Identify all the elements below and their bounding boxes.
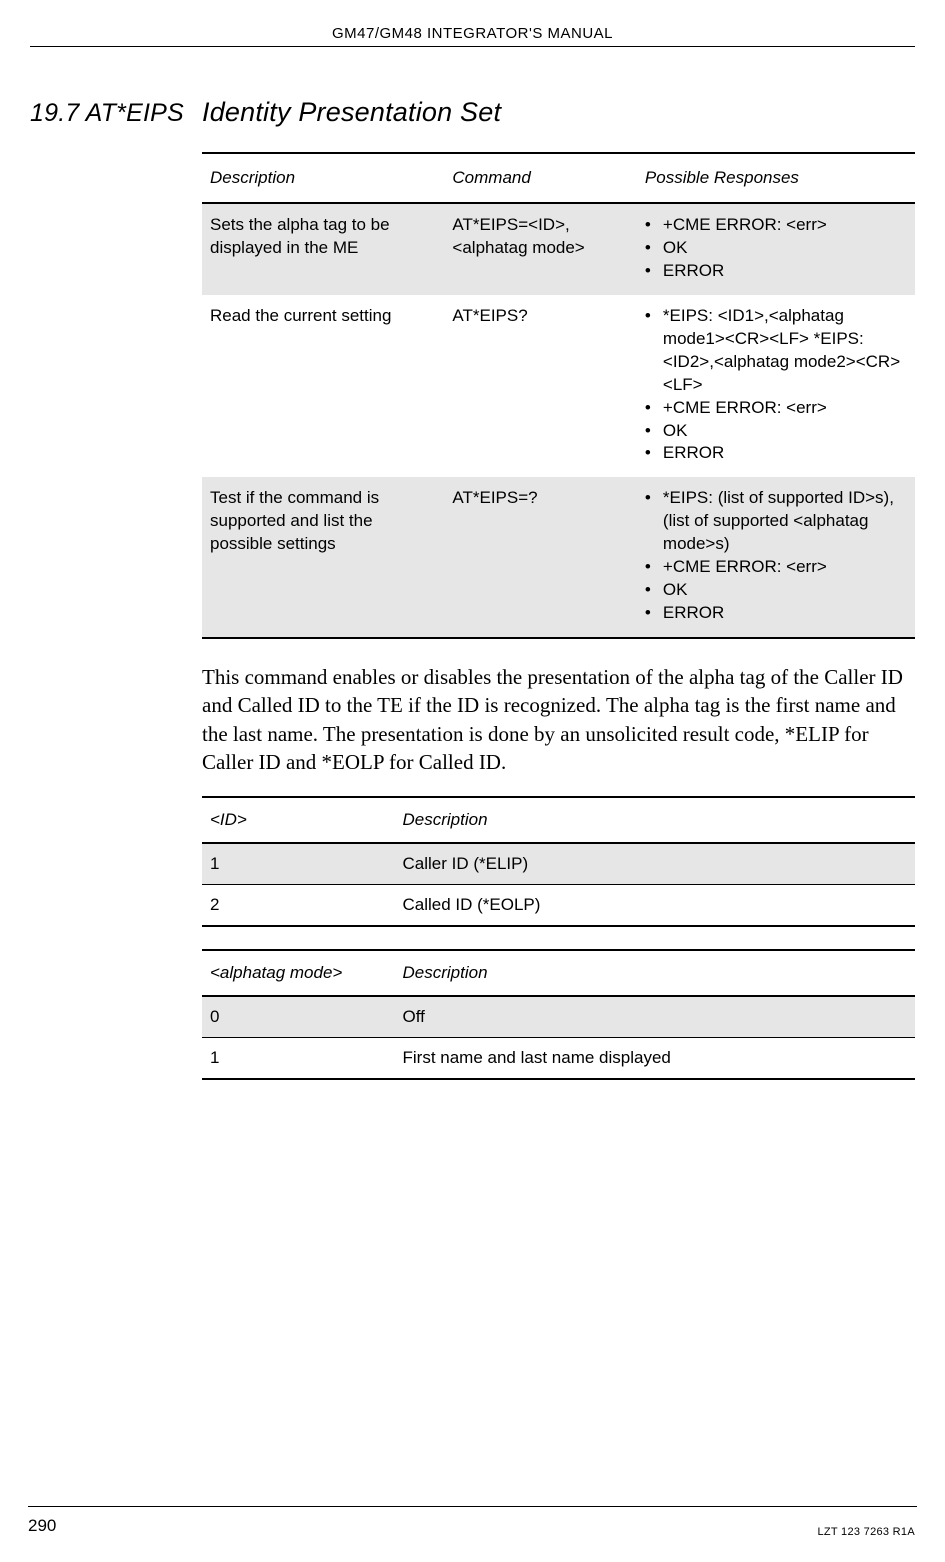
section-heading: 19.7 AT*EIPS Identity Presentation Set [30,97,915,128]
cell-desc: Called ID (*EOLP) [395,885,916,927]
document-id: LZT 123 7263 R1A [817,1526,915,1538]
table-header-row: Description Command Possible Responses [202,153,915,203]
mode-table: <alphatag mode> Description 0 Off 1 Firs… [202,949,915,1080]
list-item: +CME ERROR: <err> [645,214,907,237]
list-item: *EIPS: <ID1>,<alphatag mode1><CR><LF> *E… [645,305,907,397]
th-mode: <alphatag mode> [202,950,395,996]
th-responses: Possible Responses [637,153,915,203]
cell-responses: *EIPS: (list of supported ID>s),(list of… [637,477,915,638]
list-item: OK [645,237,907,260]
th-description: Description [202,153,444,203]
header-title: GM47/GM48 INTEGRATOR'S MANUAL [0,0,945,46]
table-row: Sets the alpha tag to be displayed in th… [202,203,915,295]
command-table: Description Command Possible Responses S… [202,152,915,639]
table-header-row: <alphatag mode> Description [202,950,915,996]
cell-mode: 0 [202,996,395,1038]
page-number: 290 [28,1516,56,1536]
cell-command: AT*EIPS? [444,295,637,478]
content: 19.7 AT*EIPS Identity Presentation Set D… [0,97,945,1080]
footer-rule [28,1506,917,1507]
response-list: *EIPS: (list of supported ID>s),(list of… [645,487,907,625]
list-item: OK [645,420,907,443]
cell-command: AT*EIPS=<ID>, <alphatag mode> [444,203,637,295]
cell-description: Sets the alpha tag to be displayed in th… [202,203,444,295]
table-row: 1 Caller ID (*ELIP) [202,843,915,885]
header-rule [30,46,915,47]
response-list: +CME ERROR: <err> OK ERROR [645,214,907,283]
id-table: <ID> Description 1 Caller ID (*ELIP) 2 C… [202,796,915,927]
cell-desc: Off [395,996,916,1038]
th-desc: Description [395,950,916,996]
list-item: OK [645,579,907,602]
section-title: Identity Presentation Set [202,97,501,128]
cell-desc: Caller ID (*ELIP) [395,843,916,885]
th-id: <ID> [202,797,395,843]
cell-id: 2 [202,885,395,927]
table-row: Read the current setting AT*EIPS? *EIPS:… [202,295,915,478]
table-row: 0 Off [202,996,915,1038]
list-item: ERROR [645,260,907,283]
cell-command: AT*EIPS=? [444,477,637,638]
cell-description: Test if the command is supported and lis… [202,477,444,638]
cell-responses: +CME ERROR: <err> OK ERROR [637,203,915,295]
list-item: *EIPS: (list of supported ID>s),(list of… [645,487,907,556]
section-number: 19.7 AT*EIPS [30,99,202,128]
list-item: +CME ERROR: <err> [645,556,907,579]
cell-mode: 1 [202,1038,395,1080]
th-desc: Description [395,797,916,843]
table-row: Test if the command is supported and lis… [202,477,915,638]
table-row: 1 First name and last name displayed [202,1038,915,1080]
main-column: Description Command Possible Responses S… [202,152,915,1080]
list-item: ERROR [645,442,907,465]
body-paragraph: This command enables or disables the pre… [202,663,915,776]
cell-responses: *EIPS: <ID1>,<alphatag mode1><CR><LF> *E… [637,295,915,478]
th-command: Command [444,153,637,203]
response-list: *EIPS: <ID1>,<alphatag mode1><CR><LF> *E… [645,305,907,466]
cell-id: 1 [202,843,395,885]
cell-description: Read the current setting [202,295,444,478]
table-row: 2 Called ID (*EOLP) [202,885,915,927]
list-item: +CME ERROR: <err> [645,397,907,420]
cell-desc: First name and last name displayed [395,1038,916,1080]
table-header-row: <ID> Description [202,797,915,843]
list-item: ERROR [645,602,907,625]
